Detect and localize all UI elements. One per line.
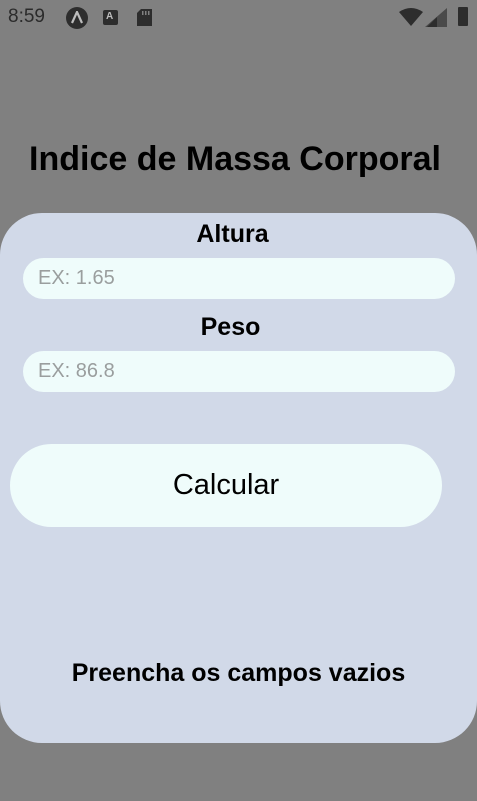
- text-badge-icon: A: [103, 10, 118, 25]
- android-a-icon: [66, 7, 88, 29]
- app-screen: 8:59 A Indice de Massa Corporal Altura E…: [0, 0, 477, 801]
- peso-label: Peso: [200, 313, 261, 341]
- page-title: Indice de Massa Corporal: [29, 140, 441, 178]
- cell-signal-icon: [425, 8, 447, 32]
- imc-form-card: Altura Peso Calcular Preencha os campos …: [0, 213, 477, 743]
- battery-icon: [458, 7, 468, 26]
- calculate-button[interactable]: Calcular: [10, 444, 442, 527]
- sd-card-icon: [137, 9, 152, 31]
- peso-input[interactable]: [23, 351, 455, 392]
- altura-label: Altura: [196, 220, 269, 248]
- altura-input[interactable]: [23, 258, 455, 299]
- status-time: 8:59: [8, 6, 45, 27]
- text-badge-letter: A: [106, 11, 114, 22]
- status-bar: 8:59 A: [0, 0, 477, 34]
- wifi-icon: [399, 8, 423, 31]
- validation-message: Preencha os campos vazios: [71, 659, 406, 687]
